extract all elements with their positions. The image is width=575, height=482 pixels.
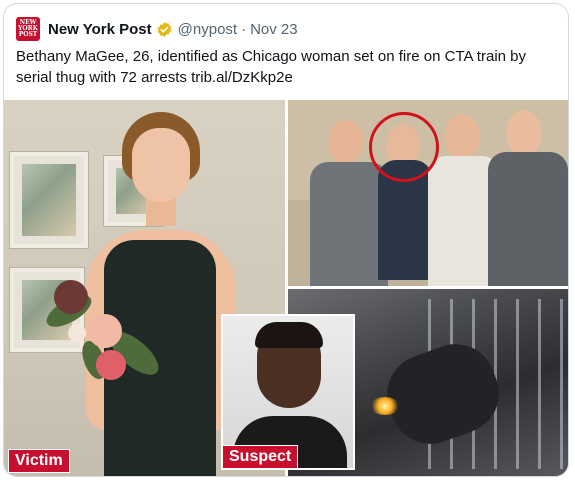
fire-flare <box>370 397 400 415</box>
suspect-label: Suspect <box>222 445 299 469</box>
separator-dot: · <box>241 20 247 38</box>
bouquet <box>41 270 166 390</box>
family-photo[interactable] <box>288 100 568 286</box>
victim-label: Victim <box>8 449 70 473</box>
author-handle[interactable]: @nypost <box>178 21 237 38</box>
tweet-date[interactable]: Nov 23 <box>250 21 298 38</box>
author-name[interactable]: New York Post <box>48 21 152 38</box>
victim-face <box>132 128 190 202</box>
highlight-circle <box>369 112 439 182</box>
suspect-hair <box>255 322 323 348</box>
tweet-link[interactable]: trib.al/DzKkp2e <box>191 69 293 86</box>
tweet-text: Bethany MaGee, 26, identified as Chicago… <box>16 46 556 88</box>
tweet-card[interactable]: NEW YORK POST New York Post @nypost · No… <box>3 3 569 477</box>
avatar-text-line3: POST <box>18 31 38 38</box>
verified-badge-icon <box>157 21 172 37</box>
wall-frame <box>10 152 88 248</box>
tweet-header: NEW YORK POST New York Post @nypost · No… <box>16 16 298 42</box>
tweet-media[interactable]: Victim Suspect <box>4 100 568 476</box>
avatar[interactable]: NEW YORK POST <box>16 17 40 41</box>
